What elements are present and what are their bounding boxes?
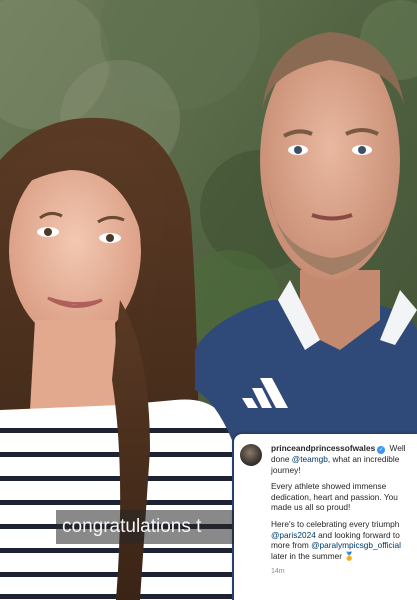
mention-paralympicsgb-link[interactable]: @paralympicsgb_official	[311, 540, 401, 550]
caption-text-para3c: later in the summer	[271, 550, 345, 561]
avatar[interactable]	[240, 444, 262, 466]
post-username[interactable]: princeandprincessofwales	[271, 443, 375, 453]
caption-text-para3a: Here's to celebrating every triumph	[271, 518, 400, 529]
post-timestamp: 14m	[271, 568, 285, 576]
mention-teamgb-link[interactable]: @teamgb	[292, 454, 328, 464]
post-caption: princeandprincessofwales ✓ Well done @tea…	[271, 443, 415, 578]
mention-paris2024-link[interactable]: @paris2024	[271, 530, 316, 540]
medal-emoji-icon: 🏅	[344, 550, 355, 561]
caption-paragraph-2: Every athlete showed immense dedication,…	[271, 481, 398, 513]
instagram-post-card: princeandprincessofwales ✓ Well done @tea…	[234, 434, 417, 600]
video-caption: congratulations t	[56, 510, 252, 544]
verified-badge-icon: ✓	[377, 446, 386, 454]
